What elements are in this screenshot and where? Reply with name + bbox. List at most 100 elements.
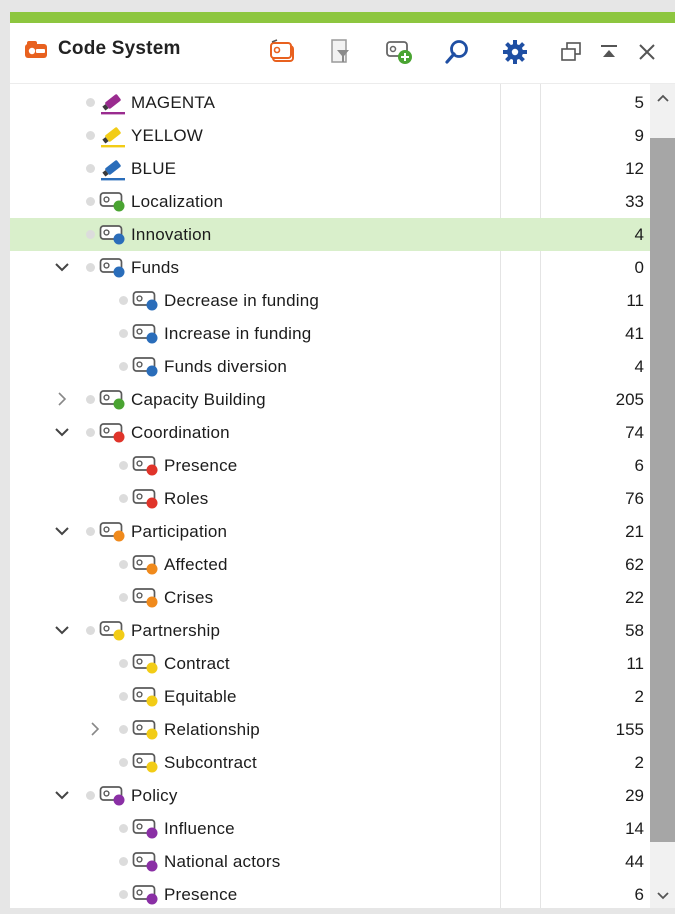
chevron-down-icon[interactable]	[54, 424, 70, 440]
coded-segment-count: 6	[634, 456, 644, 475]
window-frame-left	[0, 0, 10, 914]
chevron-down-icon[interactable]	[54, 523, 70, 539]
coded-segment-count: 21	[625, 522, 644, 541]
close-icon[interactable]	[632, 37, 662, 67]
activation-dot[interactable]	[119, 659, 128, 668]
activation-dot[interactable]	[86, 791, 95, 800]
tree-row[interactable]: Influence 14	[10, 812, 650, 845]
tree-row[interactable]: Policy 29	[10, 779, 650, 812]
coded-segment-count: 44	[625, 852, 644, 871]
coded-segment-count: 74	[625, 423, 644, 442]
code-tree: MAGENTA 5 YELLOW 9 BLUE 12 Localization 33 Innov…	[10, 84, 650, 908]
tree-row[interactable]: Crises 22	[10, 581, 650, 614]
coded-segment-count: 4	[634, 357, 644, 376]
chevron-down-icon[interactable]	[54, 259, 70, 275]
activation-dot[interactable]	[119, 725, 128, 734]
active-pane-accent-bar	[10, 12, 675, 23]
tree-row[interactable]: Presence 6	[10, 449, 650, 482]
tree-row[interactable]: National actors 44	[10, 845, 650, 878]
activation-dot[interactable]	[119, 296, 128, 305]
tree-row[interactable]: Roles 76	[10, 482, 650, 515]
tree-row[interactable]: Innovation 4	[10, 218, 650, 251]
code-tag-icon	[132, 686, 160, 708]
code-tag-icon	[132, 455, 160, 477]
coded-segment-count: 5	[634, 93, 644, 112]
coded-segment-count: 22	[625, 588, 644, 607]
coded-segment-count: 41	[625, 324, 644, 343]
code-label: Influence	[164, 819, 235, 838]
activation-dot[interactable]	[86, 263, 95, 272]
tree-row[interactable]: Increase in funding 41	[10, 317, 650, 350]
chevron-down-icon[interactable]	[54, 622, 70, 638]
scrollbar-thumb[interactable]	[650, 138, 675, 842]
code-tag-icon	[132, 356, 160, 378]
coded-segment-count: 4	[634, 225, 644, 244]
activation-dot[interactable]	[86, 626, 95, 635]
activation-dot[interactable]	[119, 824, 128, 833]
tree-row[interactable]: Presence 6	[10, 878, 650, 908]
tree-row[interactable]: MAGENTA 5	[10, 86, 650, 119]
activation-dot[interactable]	[119, 494, 128, 503]
code-system-window: Code System MAGENTA 5 YELLOW 9 BLUE 12 L…	[0, 0, 675, 914]
code-tag-icon	[132, 719, 160, 741]
add-code-icon[interactable]	[384, 37, 414, 67]
activation-dot[interactable]	[119, 692, 128, 701]
code-label: Subcontract	[164, 753, 257, 772]
activation-dot[interactable]	[119, 758, 128, 767]
tree-row[interactable]: Partnership 58	[10, 614, 650, 647]
gear-icon[interactable]	[500, 37, 530, 67]
chevron-right-icon[interactable]	[87, 721, 103, 737]
activation-dot[interactable]	[86, 527, 95, 536]
activation-dot[interactable]	[119, 857, 128, 866]
tree-row[interactable]: Contract 11	[10, 647, 650, 680]
tree-row[interactable]: Subcontract 2	[10, 746, 650, 779]
window-frame-top	[0, 0, 675, 12]
activation-dot[interactable]	[86, 131, 95, 140]
activation-dot[interactable]	[119, 329, 128, 338]
tree-row[interactable]: BLUE 12	[10, 152, 650, 185]
activation-dot[interactable]	[86, 395, 95, 404]
activation-dot[interactable]	[86, 230, 95, 239]
code-label: Policy	[131, 786, 178, 805]
tree-row[interactable]: Coordination 74	[10, 416, 650, 449]
activation-dot[interactable]	[119, 461, 128, 470]
code-label: Localization	[131, 192, 224, 211]
scroll-down-icon[interactable]	[650, 884, 675, 908]
chevron-down-icon[interactable]	[54, 787, 70, 803]
activation-dot[interactable]	[86, 164, 95, 173]
code-tag-icon	[132, 488, 160, 510]
new-code-set-icon[interactable]	[268, 37, 298, 67]
highlighter-icon	[99, 92, 127, 115]
chevron-right-icon[interactable]	[54, 391, 70, 407]
collapse-icon[interactable]	[594, 37, 624, 67]
coded-segment-count: 155	[615, 720, 644, 739]
scroll-up-icon[interactable]	[650, 86, 675, 110]
coded-segment-count: 0	[634, 258, 644, 277]
code-tag-icon	[99, 224, 127, 246]
filter-icon[interactable]	[326, 37, 356, 67]
tree-row[interactable]: Capacity Building 205	[10, 383, 650, 416]
tree-row[interactable]: Equitable 2	[10, 680, 650, 713]
tree-row[interactable]: Localization 33	[10, 185, 650, 218]
code-system-logo-icon	[24, 40, 50, 60]
activation-dot[interactable]	[119, 890, 128, 899]
tree-row[interactable]: Decrease in funding 11	[10, 284, 650, 317]
code-label: Innovation	[131, 225, 212, 244]
activation-dot[interactable]	[86, 98, 95, 107]
tree-row[interactable]: Funds 0	[10, 251, 650, 284]
activation-dot[interactable]	[86, 428, 95, 437]
tree-row[interactable]: Participation 21	[10, 515, 650, 548]
tree-row[interactable]: YELLOW 9	[10, 119, 650, 152]
activation-dot[interactable]	[119, 560, 128, 569]
tree-row[interactable]: Funds diversion 4	[10, 350, 650, 383]
code-tag-icon	[132, 851, 160, 873]
activation-dot[interactable]	[119, 593, 128, 602]
search-icon[interactable]	[442, 37, 472, 67]
tree-row[interactable]: Relationship 155	[10, 713, 650, 746]
code-tag-icon	[132, 653, 160, 675]
coded-segment-count: 58	[625, 621, 644, 640]
activation-dot[interactable]	[119, 362, 128, 371]
undock-icon[interactable]	[556, 37, 586, 67]
activation-dot[interactable]	[86, 197, 95, 206]
tree-row[interactable]: Affected 62	[10, 548, 650, 581]
